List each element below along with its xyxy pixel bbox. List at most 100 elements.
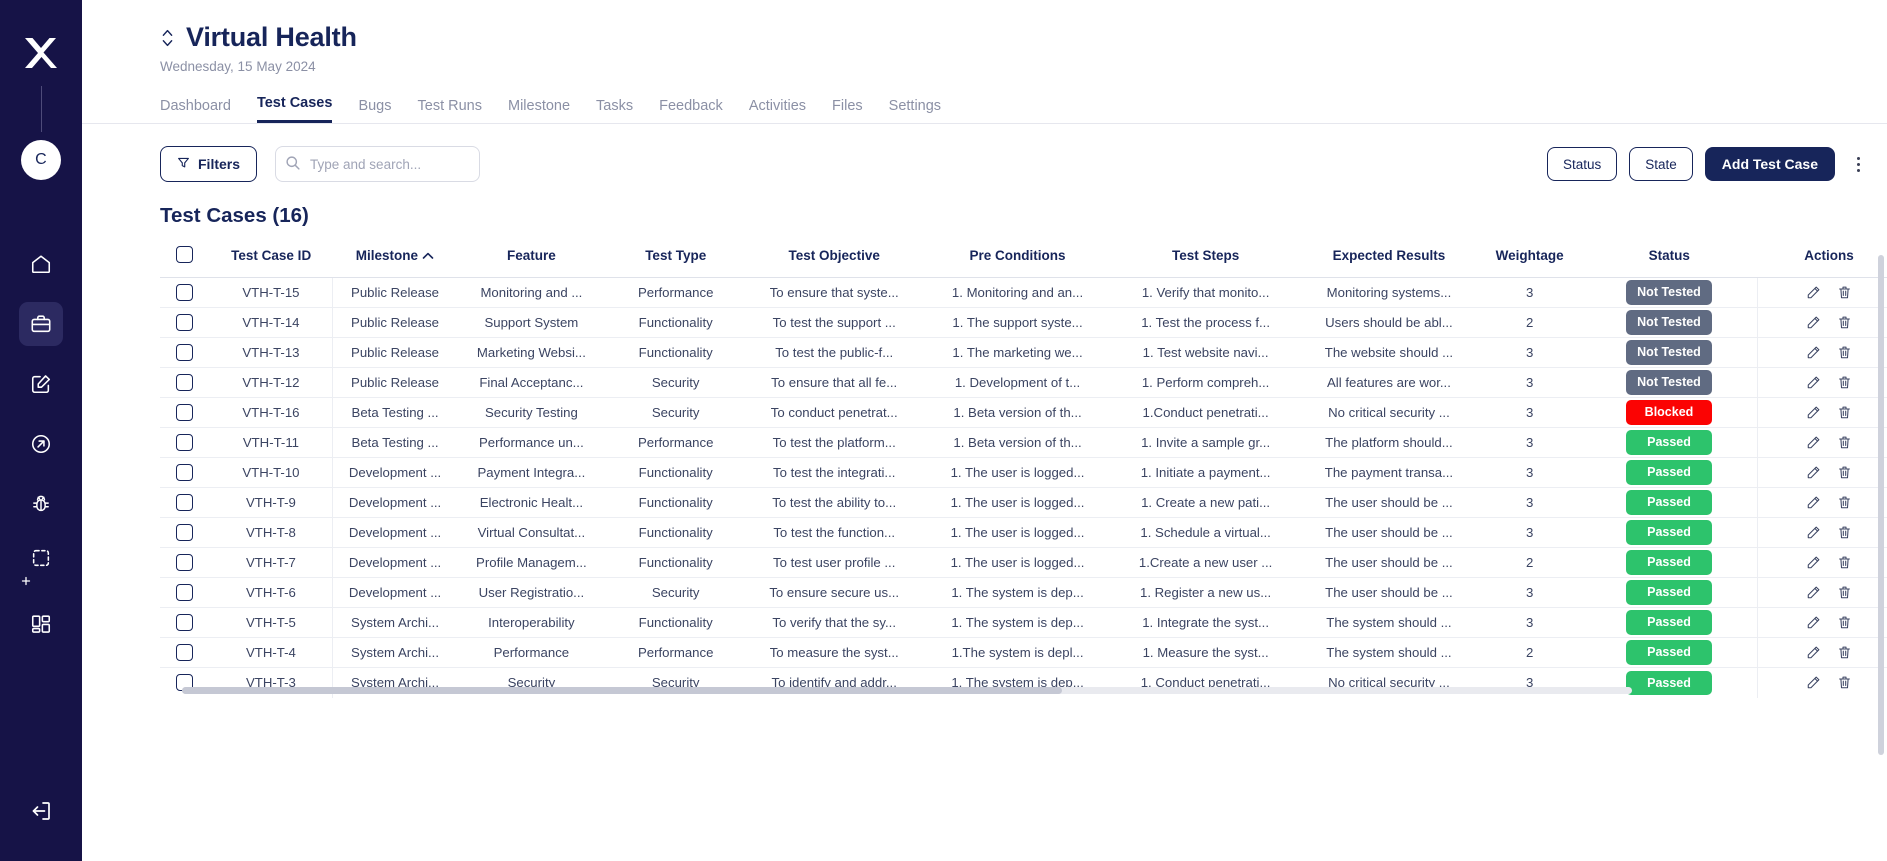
row-checkbox[interactable]	[176, 494, 194, 511]
header-test-type[interactable]: Test Type	[606, 246, 746, 278]
trash-icon[interactable]	[1837, 495, 1852, 510]
trash-icon[interactable]	[1837, 285, 1852, 300]
status-badge[interactable]: Not Tested	[1626, 310, 1712, 335]
trash-icon[interactable]	[1837, 585, 1852, 600]
row-checkbox[interactable]	[176, 344, 194, 361]
x-logo-icon[interactable]	[18, 30, 64, 76]
table-row[interactable]: VTH-T-8 Development ... Virtual Consultat.…	[160, 517, 1887, 548]
pencil-icon[interactable]	[1806, 285, 1821, 300]
status-badge[interactable]: Passed	[1626, 580, 1712, 605]
status-badge[interactable]: Not Tested	[1626, 280, 1712, 305]
trash-icon[interactable]	[1837, 315, 1852, 330]
status-badge[interactable]: Passed	[1626, 490, 1712, 515]
sidebar-item-projects[interactable]	[19, 302, 63, 346]
header-milestone[interactable]: Milestone	[333, 246, 457, 278]
row-checkbox[interactable]	[176, 284, 194, 301]
header-test-case-id[interactable]: Test Case ID	[210, 246, 333, 278]
status-badge[interactable]: Passed	[1626, 640, 1712, 665]
table-row[interactable]: VTH-T-11 Beta Testing ... Performance un..…	[160, 427, 1887, 458]
row-checkbox[interactable]	[176, 404, 194, 421]
header-weightage[interactable]: Weightage	[1479, 246, 1581, 278]
tab-dashboard[interactable]: Dashboard	[160, 98, 231, 123]
table-row[interactable]: VTH-T-16 Beta Testing ... Security Testing…	[160, 397, 1887, 428]
status-badge[interactable]: Passed	[1626, 610, 1712, 635]
header-test-steps[interactable]: Test Steps	[1112, 246, 1299, 278]
pencil-icon[interactable]	[1806, 525, 1821, 540]
kebab-menu-icon[interactable]	[1847, 147, 1869, 181]
pencil-icon[interactable]	[1806, 585, 1821, 600]
pencil-icon[interactable]	[1806, 375, 1821, 390]
trash-icon[interactable]	[1837, 405, 1852, 420]
row-checkbox[interactable]	[176, 614, 194, 631]
header-status[interactable]: Status	[1581, 246, 1758, 278]
sidebar-item-bugs[interactable]	[19, 482, 63, 526]
pencil-icon[interactable]	[1806, 555, 1821, 570]
row-checkbox[interactable]	[176, 524, 194, 541]
header-expected-results[interactable]: Expected Results	[1299, 246, 1479, 278]
tab-files[interactable]: Files	[832, 98, 863, 123]
row-checkbox[interactable]	[176, 314, 194, 331]
chevron-updown-icon[interactable]	[160, 24, 174, 52]
sidebar-item-apps[interactable]	[19, 602, 63, 646]
tab-feedback[interactable]: Feedback	[659, 98, 723, 123]
tab-test-cases[interactable]: Test Cases	[256, 95, 333, 123]
sidebar-item-home[interactable]	[19, 242, 63, 286]
add-test-case-button[interactable]: Add Test Case	[1704, 147, 1835, 181]
trash-icon[interactable]	[1837, 555, 1852, 570]
trash-icon[interactable]	[1837, 375, 1852, 390]
status-badge[interactable]: Passed	[1626, 460, 1712, 485]
tab-activities[interactable]: Activities	[749, 98, 806, 123]
pencil-icon[interactable]	[1806, 675, 1821, 690]
table-row[interactable]: VTH-T-10 Development ... Payment Integra..…	[160, 457, 1887, 488]
trash-icon[interactable]	[1837, 345, 1852, 360]
tab-settings[interactable]: Settings	[889, 98, 941, 123]
row-checkbox[interactable]	[176, 434, 194, 451]
filters-button[interactable]: Filters	[160, 146, 258, 182]
table-row[interactable]: VTH-T-14 Public Release Support System Func…	[160, 307, 1887, 338]
status-badge[interactable]: Passed	[1626, 550, 1712, 575]
table-row[interactable]: VTH-T-13 Public Release Marketing Websi...…	[160, 337, 1887, 368]
pencil-icon[interactable]	[1806, 405, 1821, 420]
tab-test-runs[interactable]: Test Runs	[418, 98, 482, 123]
sidebar-item-capture[interactable]	[19, 542, 63, 586]
table-row[interactable]: VTH-T-6 Development ... User Registratio..…	[160, 577, 1887, 608]
status-badge[interactable]: Passed	[1626, 670, 1712, 695]
status-badge[interactable]: Not Tested	[1626, 340, 1712, 365]
status-badge[interactable]: Not Tested	[1626, 370, 1712, 395]
trash-icon[interactable]	[1837, 525, 1852, 540]
row-checkbox[interactable]	[176, 644, 194, 661]
table-row[interactable]: VTH-T-4 System Archi... Performance Perform…	[160, 637, 1887, 668]
tab-tasks[interactable]: Tasks	[596, 98, 633, 123]
row-checkbox[interactable]	[176, 464, 194, 481]
vertical-scrollbar-thumb[interactable]	[1878, 255, 1884, 755]
avatar[interactable]: C	[21, 140, 61, 180]
trash-icon[interactable]	[1837, 465, 1852, 480]
header-test-objective[interactable]: Test Objective	[745, 246, 922, 278]
search-input[interactable]	[275, 146, 481, 182]
trash-icon[interactable]	[1837, 645, 1852, 660]
status-badge[interactable]: Passed	[1626, 430, 1712, 455]
status-badge[interactable]: Passed	[1626, 520, 1712, 545]
row-checkbox[interactable]	[176, 584, 194, 601]
vertical-scrollbar[interactable]	[1878, 255, 1884, 815]
select-all-checkbox[interactable]	[176, 246, 194, 263]
pencil-icon[interactable]	[1806, 345, 1821, 360]
state-filter-button[interactable]: State	[1629, 147, 1693, 181]
table-row[interactable]: VTH-T-5 System Archi... Interoperability Fu…	[160, 607, 1887, 638]
tab-milestone[interactable]: Milestone	[508, 98, 570, 123]
pencil-icon[interactable]	[1806, 465, 1821, 480]
status-badge[interactable]: Blocked	[1626, 400, 1712, 425]
row-checkbox[interactable]	[176, 374, 194, 391]
table-row[interactable]: VTH-T-9 Development ... Electronic Healt..…	[160, 487, 1887, 518]
trash-icon[interactable]	[1837, 675, 1852, 690]
pencil-icon[interactable]	[1806, 315, 1821, 330]
pencil-icon[interactable]	[1806, 615, 1821, 630]
pencil-icon[interactable]	[1806, 495, 1821, 510]
header-feature[interactable]: Feature	[457, 246, 606, 278]
header-pre-conditions[interactable]: Pre Conditions	[923, 246, 1112, 278]
sidebar-item-test-cases[interactable]	[19, 362, 63, 406]
table-row[interactable]: VTH-T-12 Public Release Final Acceptanc...…	[160, 367, 1887, 398]
row-checkbox[interactable]	[176, 554, 194, 571]
sidebar-item-test-runs[interactable]	[19, 422, 63, 466]
trash-icon[interactable]	[1837, 435, 1852, 450]
